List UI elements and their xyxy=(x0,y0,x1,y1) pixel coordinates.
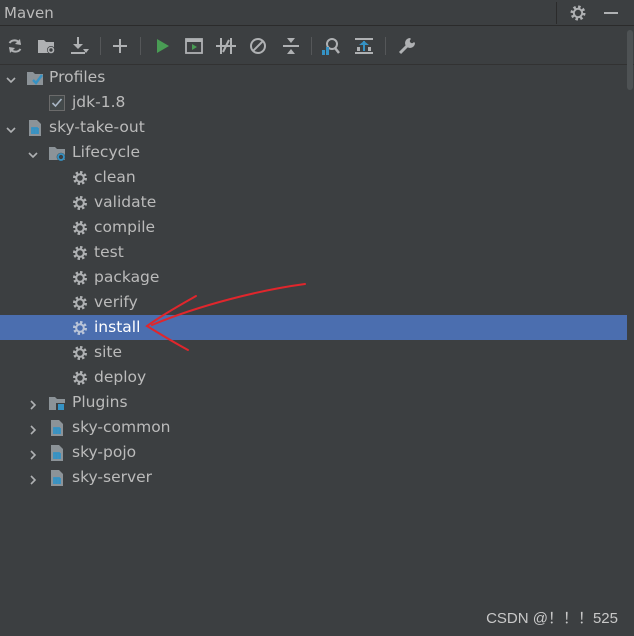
settings-wrench-icon[interactable] xyxy=(396,35,418,57)
gear-icon xyxy=(71,194,89,212)
gear-icon xyxy=(71,169,89,187)
tree-label: site xyxy=(94,343,122,361)
maven-toolbar xyxy=(0,26,634,65)
tree-label: sky-common xyxy=(72,418,171,436)
gear-icon xyxy=(71,369,89,387)
chevron-down-icon[interactable] xyxy=(5,121,17,134)
tool-window-header: Maven xyxy=(0,0,634,26)
gear-icon xyxy=(71,269,89,287)
gear-icon xyxy=(71,294,89,312)
tree-label: validate xyxy=(94,193,157,211)
tree-node-goal-verify[interactable]: verify xyxy=(0,290,627,315)
tree-node-goal-package[interactable]: package xyxy=(0,265,627,290)
tree-node-goal-install[interactable]: install xyxy=(0,315,627,340)
toolbar-separator xyxy=(140,37,141,55)
tree-label: package xyxy=(94,268,160,286)
add-icon[interactable] xyxy=(109,35,131,57)
tree-label: clean xyxy=(94,168,136,186)
tree-node-goal-compile[interactable]: compile xyxy=(0,215,627,240)
tree-label: sky-pojo xyxy=(72,443,137,461)
tree-node-goal-deploy[interactable]: deploy xyxy=(0,365,627,390)
lifecycle-folder-icon xyxy=(48,144,66,162)
checkbox-checked[interactable] xyxy=(48,94,66,112)
gear-icon xyxy=(71,319,89,337)
tree-label: sky-server xyxy=(72,468,153,486)
maven-project-tree: Profiles jdk-1.8 sky-take-out Lifecycle … xyxy=(0,65,627,605)
maven-module-icon xyxy=(48,419,66,437)
tree-node-module-sky-server[interactable]: sky-server xyxy=(0,465,627,490)
download-sources-icon[interactable] xyxy=(68,35,90,57)
tree-node-profile-item[interactable]: jdk-1.8 xyxy=(0,90,627,115)
maven-module-icon xyxy=(48,469,66,487)
tree-node-goal-test[interactable]: test xyxy=(0,240,627,265)
show-dependencies-icon[interactable] xyxy=(353,35,375,57)
tool-window-title: Maven xyxy=(4,4,54,22)
watermark: CSDN @！！！525 xyxy=(486,610,618,627)
maven-module-icon xyxy=(26,119,44,137)
tree-node-module-sky-common[interactable]: sky-common xyxy=(0,415,627,440)
tree-node-profiles[interactable]: Profiles xyxy=(0,65,627,90)
reload-icon[interactable] xyxy=(4,35,26,57)
chevron-right-icon[interactable] xyxy=(27,421,39,435)
tree-label: compile xyxy=(94,218,156,236)
plugins-folder-icon xyxy=(48,394,66,412)
tree-label: install xyxy=(94,318,141,336)
run-icon[interactable] xyxy=(151,35,173,57)
toolbar-separator xyxy=(100,37,101,55)
generate-sources-icon[interactable] xyxy=(36,35,58,57)
collapse-all-icon[interactable] xyxy=(280,35,302,57)
tree-label: test xyxy=(94,243,124,261)
gear-icon[interactable] xyxy=(567,2,589,24)
tree-label: verify xyxy=(94,293,138,311)
gear-icon xyxy=(71,244,89,262)
profiles-folder-icon xyxy=(26,69,44,87)
toolbar-separator xyxy=(385,37,386,55)
chevron-down-icon[interactable] xyxy=(5,71,17,84)
chevron-right-icon[interactable] xyxy=(27,396,39,410)
tree-label: Profiles xyxy=(49,68,106,86)
tree-node-plugins[interactable]: Plugins xyxy=(0,390,627,415)
tree-node-module-sky-pojo[interactable]: sky-pojo xyxy=(0,440,627,465)
maven-module-icon xyxy=(48,444,66,462)
tree-node-goal-validate[interactable]: validate xyxy=(0,190,627,215)
chevron-down-icon[interactable] xyxy=(27,146,39,159)
chevron-right-icon[interactable] xyxy=(27,471,39,485)
tree-label: sky-take-out xyxy=(49,118,145,136)
tree-label: jdk-1.8 xyxy=(72,93,126,111)
skip-tests-icon[interactable] xyxy=(247,35,269,57)
tree-label: deploy xyxy=(94,368,147,386)
tree-node-goal-site[interactable]: site xyxy=(0,340,627,365)
analyze-dependencies-icon[interactable] xyxy=(320,35,342,57)
vertical-scrollbar[interactable] xyxy=(627,30,633,90)
tree-label: Lifecycle xyxy=(72,143,140,161)
toggle-offline-icon[interactable] xyxy=(215,35,237,57)
gear-icon xyxy=(71,219,89,237)
tree-node-project[interactable]: sky-take-out xyxy=(0,115,627,140)
toolbar-separator xyxy=(311,37,312,55)
minimize-icon[interactable] xyxy=(600,2,622,24)
execute-goal-icon[interactable] xyxy=(183,35,205,57)
gear-icon xyxy=(71,344,89,362)
chevron-right-icon[interactable] xyxy=(27,446,39,460)
header-divider xyxy=(556,2,557,24)
tree-node-lifecycle[interactable]: Lifecycle xyxy=(0,140,627,165)
tree-node-goal-clean[interactable]: clean xyxy=(0,165,627,190)
tree-label: Plugins xyxy=(72,393,128,411)
